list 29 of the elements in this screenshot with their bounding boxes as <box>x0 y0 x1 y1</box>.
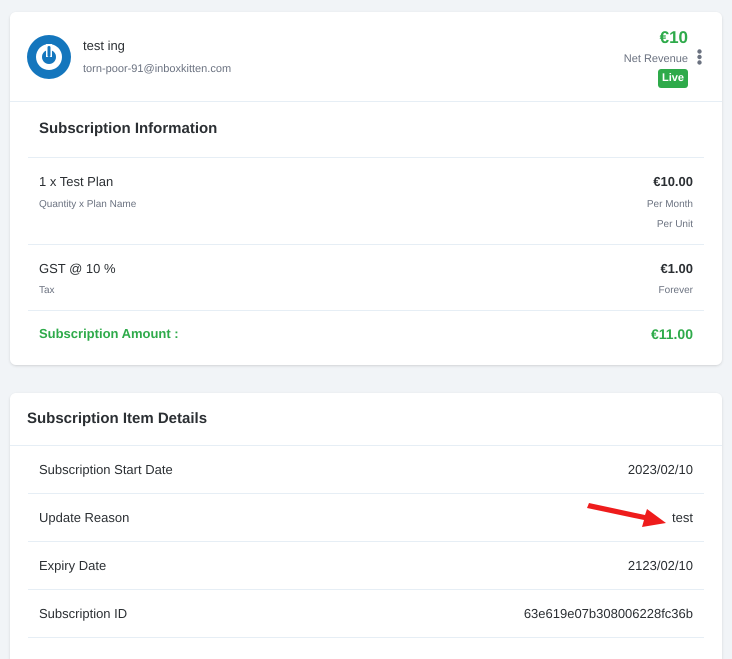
subscription-amount-label: Subscription Amount : <box>39 325 179 344</box>
line-item-subtitle: Quantity x Plan Name <box>39 198 136 212</box>
line-item-amount: €1.00 <box>660 260 693 278</box>
line-item-note: Per Month <box>646 198 693 212</box>
detail-label: Expiry Date <box>39 556 106 575</box>
line-item-title: GST @ 10 % <box>39 260 116 278</box>
detail-value: 2123/02/10 <box>628 556 693 575</box>
annotation-arrow-icon <box>584 500 668 526</box>
detail-label: Subscription Start Date <box>39 460 173 479</box>
detail-value: 2023/02/10 <box>628 460 693 479</box>
power-logo-icon <box>27 34 71 78</box>
detail-value: test <box>672 508 693 527</box>
line-item-subtitle: Tax <box>39 284 56 298</box>
section-title: Subscription Information <box>39 119 218 140</box>
line-item-note: Forever <box>658 284 693 298</box>
subscription-amount-value: €11.00 <box>650 324 693 344</box>
line-item-title: 1 x Test Plan <box>39 173 114 191</box>
detail-value: 63e619e07b308006228fc36b <box>524 604 693 623</box>
customer-email: torn-poor-91@inboxkitten.com <box>83 62 232 77</box>
detail-label: Update Reason <box>39 508 130 527</box>
line-item-note: Per Unit <box>656 218 693 232</box>
line-item-amount: €10.00 <box>653 173 693 191</box>
detail-label: Subscription ID <box>39 604 128 623</box>
more-options-icon[interactable] <box>697 48 702 64</box>
net-revenue-amount: €10 <box>660 27 688 50</box>
customer-name: test ing <box>83 36 126 55</box>
status-badge: Live <box>658 69 688 88</box>
section-title: Subscription Item Details <box>27 408 208 429</box>
net-revenue-label: Net Revenue <box>624 52 688 67</box>
